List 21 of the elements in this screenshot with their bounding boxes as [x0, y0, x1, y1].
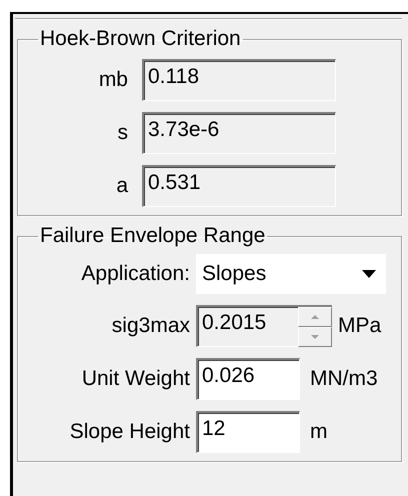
unit-label: MN/m3 — [310, 367, 378, 391]
field-label: Slope Height — [68, 420, 190, 444]
field-label: Application: — [80, 262, 190, 286]
dropdown[interactable]: Slopes — [196, 254, 386, 294]
down-arrow-icon — [311, 335, 319, 339]
dropdown-value: Slopes — [202, 262, 266, 286]
field-label: sig3max — [110, 314, 190, 338]
input-field[interactable]: 0.026 — [196, 358, 300, 400]
field-label: mb — [98, 68, 128, 92]
spin-down-button[interactable] — [298, 327, 332, 347]
caret-icon — [362, 270, 376, 278]
field-label: a — [115, 174, 128, 198]
unit-label: MPa — [338, 314, 382, 338]
spin-up-button[interactable] — [298, 307, 332, 327]
field-label: s — [116, 121, 128, 145]
unit-label: m — [310, 420, 328, 444]
group-title: Hoek-Brown Criterion — [39, 27, 242, 51]
field-label: Unit Weight — [80, 367, 190, 391]
group-title: Failure Envelope Range — [39, 224, 266, 248]
up-arrow-icon — [311, 315, 319, 319]
input-field[interactable]: 12 — [196, 411, 300, 453]
